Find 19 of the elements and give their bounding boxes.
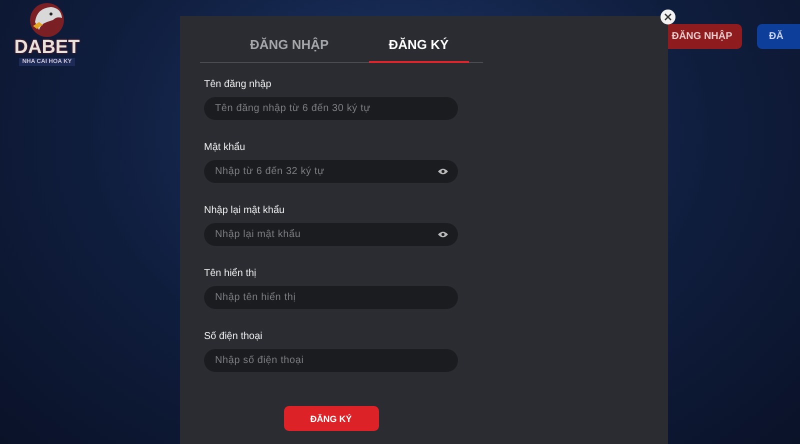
dialog-tab[interactable]: ĐĂNG KÝ	[368, 30, 469, 63]
field-label: Số điện thoại	[204, 331, 264, 342]
eye-icon[interactable]	[438, 168, 448, 175]
field-label: Nhập lại mật khẩu	[204, 205, 286, 216]
close-icon[interactable]	[660, 9, 676, 25]
field-label: Tên hiển thị	[204, 268, 258, 279]
field-label: Tên đăng nhập	[204, 79, 272, 90]
input-field[interactable]: Nhập lại mật khẩu	[204, 223, 458, 246]
logo-wordmark: DABET	[14, 38, 80, 58]
eagle-icon	[27, 2, 67, 38]
input-field[interactable]: Nhập từ 6 đến 32 ký tự	[204, 160, 458, 183]
header-button[interactable]: ĐĂ	[757, 24, 800, 49]
input-field[interactable]: Nhập tên hiển thị	[204, 286, 458, 309]
eye-icon[interactable]	[438, 231, 448, 238]
dialog-tab[interactable]: ĐĂNG NHẬP	[230, 30, 349, 63]
register-button[interactable]: ĐĂNG KÝ	[284, 406, 378, 431]
input-field[interactable]: Tên đăng nhập từ 6 đến 30 ký tự	[204, 97, 458, 120]
field-label: Mật khẩu	[204, 142, 246, 153]
input-field[interactable]: Nhập số điện thoại	[204, 349, 458, 372]
